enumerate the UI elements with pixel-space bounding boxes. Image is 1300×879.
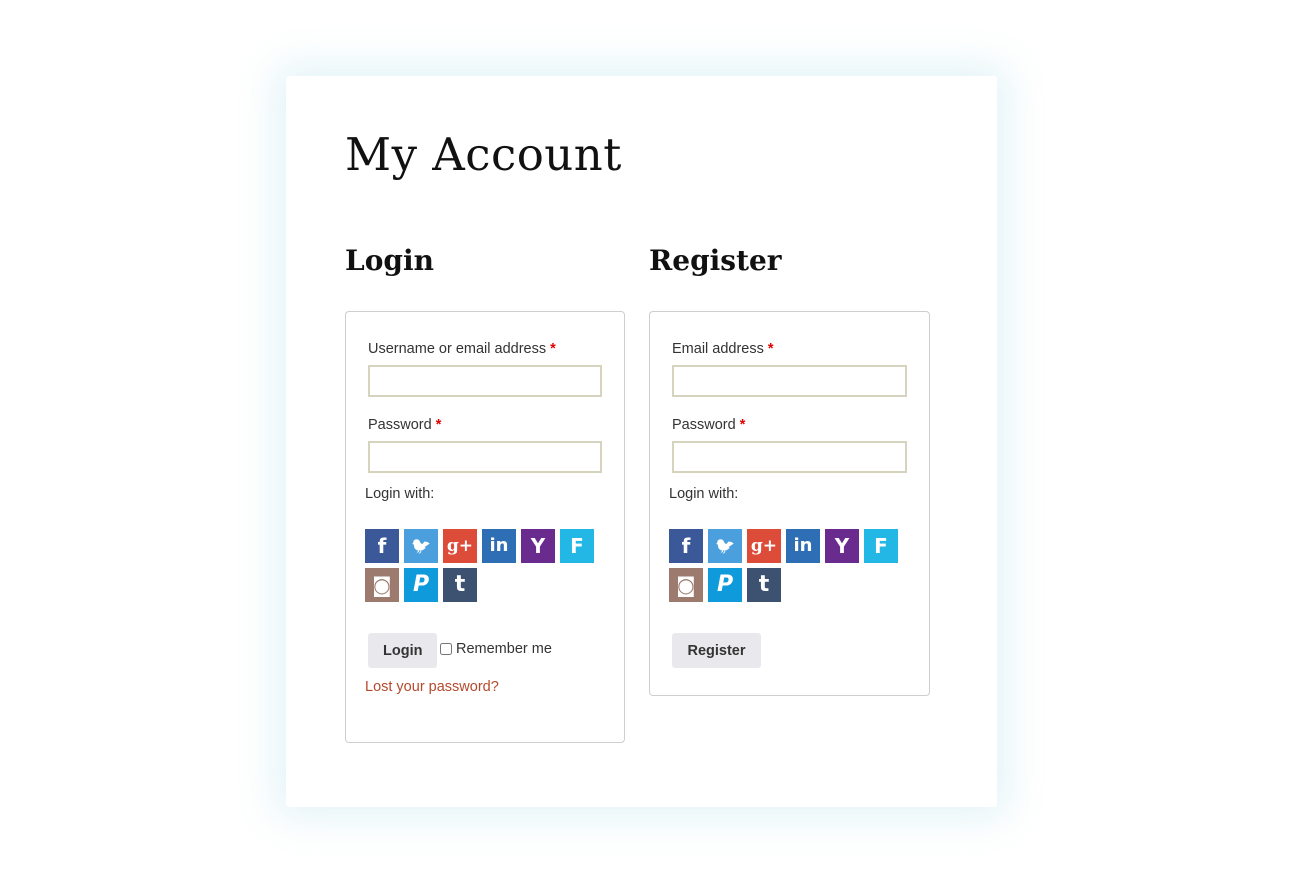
- login-social-tumblr-button[interactable]: t: [443, 568, 477, 602]
- linkedin-icon: in: [793, 535, 813, 556]
- register-social-buttons: f 🐦 g+ in Y F ◙ Pt: [669, 529, 909, 602]
- login-password-input[interactable]: [368, 441, 602, 473]
- login-social-foursquare-button[interactable]: F: [560, 529, 594, 563]
- register-password-input[interactable]: [672, 441, 907, 473]
- login-social-facebook-button[interactable]: f: [365, 529, 399, 563]
- required-marker: *: [739, 417, 746, 433]
- required-marker: *: [435, 417, 442, 433]
- register-heading: Register: [649, 244, 782, 277]
- required-marker: *: [550, 341, 556, 357]
- register-social-facebook-button[interactable]: f: [669, 529, 703, 563]
- login-social-linkedin-button[interactable]: in: [482, 529, 516, 563]
- register-social-linkedin-button[interactable]: in: [786, 529, 820, 563]
- login-social-instagram-button[interactable]: ◙: [365, 568, 399, 602]
- yahoo-icon: Y: [530, 534, 546, 558]
- login-social-twitter-button[interactable]: 🐦: [404, 529, 438, 563]
- register-login-with-label: Login with:: [669, 486, 739, 502]
- foursquare-icon: F: [874, 534, 888, 558]
- register-social-twitter-button[interactable]: 🐦: [708, 529, 742, 563]
- instagram-icon: ◙: [676, 573, 696, 597]
- facebook-icon: f: [377, 534, 387, 558]
- yahoo-icon: Y: [834, 534, 850, 558]
- register-social-yahoo-button[interactable]: Y: [825, 529, 859, 563]
- tumblr-icon: t: [758, 572, 770, 597]
- required-marker: *: [767, 341, 774, 357]
- tumblr-icon: t: [454, 572, 466, 597]
- linkedin-icon: in: [489, 535, 509, 556]
- login-password-label: Password *: [368, 417, 442, 433]
- foursquare-icon: F: [570, 534, 584, 558]
- remember-me-checkbox[interactable]: [440, 643, 452, 655]
- remember-me-label: Remember me: [456, 641, 552, 657]
- instagram-icon: ◙: [372, 573, 392, 597]
- remember-me[interactable]: Remember me: [440, 641, 552, 657]
- register-social-instagram-button[interactable]: ◙: [669, 568, 703, 602]
- username-input[interactable]: [368, 365, 602, 397]
- register-email-input[interactable]: [672, 365, 907, 397]
- paypal-icon: P: [716, 572, 734, 597]
- register-social-google-plus-button[interactable]: g+: [747, 529, 781, 563]
- login-with-label: Login with:: [365, 486, 435, 502]
- facebook-icon: f: [681, 534, 691, 558]
- twitter-icon: 🐦: [715, 536, 735, 555]
- register-social-foursquare-button[interactable]: F: [864, 529, 898, 563]
- paypal-icon: P: [412, 572, 430, 597]
- google-plus-icon: g+: [446, 535, 474, 556]
- login-social-google-plus-button[interactable]: g+: [443, 529, 477, 563]
- login-heading: Login: [345, 244, 434, 277]
- login-button[interactable]: Login: [368, 633, 437, 668]
- lost-password-link[interactable]: Lost your password?: [365, 679, 499, 695]
- register-social-paypal-button[interactable]: P: [708, 568, 742, 602]
- email-label: Email address *: [672, 341, 774, 357]
- register-social-tumblr-button[interactable]: t: [747, 568, 781, 602]
- register-button[interactable]: Register: [672, 633, 761, 668]
- page-title: My Account: [345, 128, 622, 181]
- twitter-icon: 🐦: [411, 536, 431, 555]
- login-social-paypal-button[interactable]: P: [404, 568, 438, 602]
- login-social-buttons: f 🐦 g+ in Y F ◙ Pt: [365, 529, 605, 602]
- register-password-label: Password *: [672, 417, 746, 433]
- google-plus-icon: g+: [750, 535, 778, 556]
- login-social-yahoo-button[interactable]: Y: [521, 529, 555, 563]
- username-label: Username or email address *: [368, 341, 556, 357]
